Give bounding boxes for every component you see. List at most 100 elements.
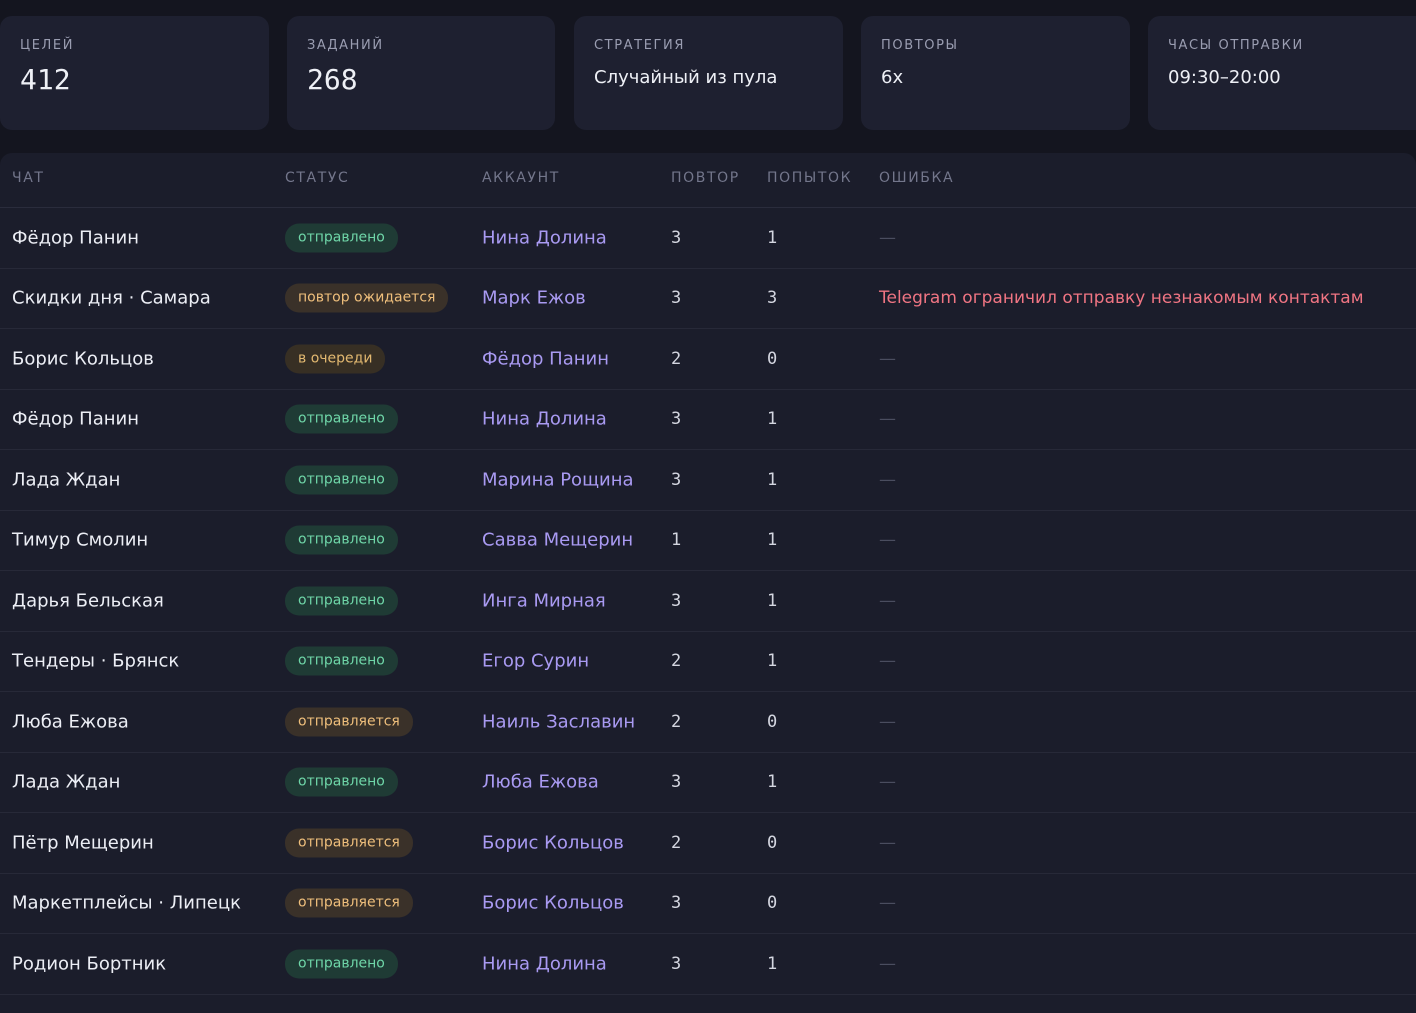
status-cell: отправлено bbox=[285, 465, 398, 495]
stat-card-tasks: ЗАДАНИЙ 268 bbox=[287, 16, 555, 130]
error-text: — bbox=[879, 227, 896, 248]
attempts-count: 1 bbox=[767, 409, 778, 430]
chat-name[interactable]: Тимур Смолин bbox=[12, 530, 148, 551]
account-link[interactable]: Фёдор Панин bbox=[482, 348, 609, 369]
table-row[interactable]: Родион Бортник отправлено Нина Долина 3 1 — bbox=[0, 934, 1416, 995]
error-text: — bbox=[879, 651, 896, 672]
status-badge: в очереди bbox=[285, 344, 386, 374]
account-link[interactable]: Инга Мирная bbox=[482, 590, 606, 611]
account-link[interactable]: Нина Долина bbox=[482, 953, 607, 974]
status-cell: отправляется bbox=[285, 707, 413, 737]
chat-name[interactable]: Люба Ежова bbox=[12, 711, 129, 732]
status-cell: отправлено bbox=[285, 404, 398, 434]
tasks-table: ЧАТ СТАТУС АККАУНТ ПОВТОР ПОПЫТОК ОШИБКА… bbox=[0, 153, 1416, 1013]
status-badge: отправляется bbox=[285, 828, 413, 858]
column-header-chat[interactable]: ЧАТ bbox=[12, 170, 45, 186]
chat-name[interactable]: Родион Бортник bbox=[12, 953, 166, 974]
stat-label: ПОВТОРЫ bbox=[881, 38, 959, 53]
stat-card-strategy: СТРАТЕГИЯ Случайный из пула bbox=[574, 16, 843, 130]
chat-name[interactable]: Фёдор Панин bbox=[12, 409, 139, 430]
account-link[interactable]: Люба Ежова bbox=[482, 772, 599, 793]
status-badge: отправлено bbox=[285, 465, 398, 495]
column-header-error[interactable]: ОШИБКА bbox=[879, 170, 954, 186]
repeat-count: 3 bbox=[671, 288, 682, 309]
error-text: — bbox=[879, 409, 896, 430]
column-header-attempts[interactable]: ПОПЫТОК bbox=[767, 170, 852, 186]
stat-card-send-hours: ЧАСЫ ОТПРАВКИ 09:30–20:00 bbox=[1148, 16, 1416, 130]
chat-name[interactable]: Лада Ждан bbox=[12, 469, 120, 490]
stat-label: ЧАСЫ ОТПРАВКИ bbox=[1168, 38, 1304, 53]
account-link[interactable]: Нина Долина bbox=[482, 409, 607, 430]
error-text: — bbox=[879, 348, 896, 369]
repeat-count: 3 bbox=[671, 469, 682, 490]
repeat-count: 3 bbox=[671, 409, 682, 430]
repeat-count: 3 bbox=[671, 227, 682, 248]
chat-name[interactable]: Пётр Мещерин bbox=[12, 832, 154, 853]
table-row[interactable]: Люба Ежова отправляется Наиль Заславин 2 0 — bbox=[0, 692, 1416, 753]
status-cell: отправлено bbox=[285, 949, 398, 979]
status-cell: отправлено bbox=[285, 767, 398, 797]
stat-card-repeats: ПОВТОРЫ 6x bbox=[861, 16, 1130, 130]
chat-name[interactable]: Лада Ждан bbox=[12, 772, 120, 793]
attempts-count: 3 bbox=[767, 288, 778, 309]
chat-name[interactable]: Скидки дня · Самара bbox=[12, 288, 211, 309]
account-link[interactable]: Нина Долина bbox=[482, 227, 607, 248]
stat-label: СТРАТЕГИЯ bbox=[594, 38, 685, 53]
chat-name[interactable]: Тендеры · Брянск bbox=[12, 651, 179, 672]
status-badge: отправлено bbox=[285, 586, 398, 616]
attempts-count: 0 bbox=[767, 832, 778, 853]
stat-value: 6x bbox=[881, 67, 904, 88]
account-link[interactable]: Марк Ежов bbox=[482, 288, 586, 309]
repeat-count: 2 bbox=[671, 832, 682, 853]
error-text: — bbox=[879, 590, 896, 611]
column-header-status[interactable]: СТАТУС bbox=[285, 170, 349, 186]
account-link[interactable]: Борис Кольцов bbox=[482, 893, 624, 914]
attempts-count: 0 bbox=[767, 893, 778, 914]
account-link[interactable]: Наиль Заславин bbox=[482, 711, 635, 732]
chat-name[interactable]: Фёдор Панин bbox=[12, 227, 139, 248]
table-row[interactable]: Лада Ждан отправлено Марина Рощина 3 1 — bbox=[0, 450, 1416, 511]
stat-value: 412 bbox=[20, 63, 71, 96]
repeat-count: 3 bbox=[671, 893, 682, 914]
table-row[interactable]: Фёдор Панин отправлено Нина Долина 3 1 — bbox=[0, 208, 1416, 269]
account-link[interactable]: Марина Рощина bbox=[482, 469, 634, 490]
error-text: — bbox=[879, 711, 896, 732]
column-header-repeat[interactable]: ПОВТОР bbox=[671, 170, 740, 186]
account-link[interactable]: Егор Сурин bbox=[482, 651, 589, 672]
table-row[interactable]: Тимур Смолин отправлено Савва Мещерин 1 1 — bbox=[0, 511, 1416, 571]
table-body: Фёдор Панин отправлено Нина Долина 3 1 — Скидк… bbox=[0, 208, 1416, 995]
chat-name[interactable]: Дарья Бельская bbox=[12, 590, 164, 611]
account-link[interactable]: Савва Мещерин bbox=[482, 530, 633, 551]
stat-label: ЗАДАНИЙ bbox=[307, 38, 384, 53]
chat-name[interactable]: Маркетплейсы · Липецк bbox=[12, 893, 241, 914]
column-header-account[interactable]: АККАУНТ bbox=[482, 170, 560, 186]
table-row[interactable]: Дарья Бельская отправлено Инга Мирная 3 1 — bbox=[0, 571, 1416, 632]
table-row[interactable]: Тендеры · Брянск отправлено Егор Сурин 2 1 — bbox=[0, 632, 1416, 692]
error-text: — bbox=[879, 893, 896, 914]
stat-value: 268 bbox=[307, 63, 358, 96]
repeat-count: 3 bbox=[671, 953, 682, 974]
account-link[interactable]: Борис Кольцов bbox=[482, 832, 624, 853]
status-cell: отправлено bbox=[285, 646, 398, 676]
table-row[interactable]: Скидки дня · Самара повтор ожидается Марк … bbox=[0, 269, 1416, 329]
status-badge: отправляется bbox=[285, 888, 413, 918]
error-text: — bbox=[879, 530, 896, 551]
table-header: ЧАТ СТАТУС АККАУНТ ПОВТОР ПОПЫТОК ОШИБКА bbox=[0, 153, 1416, 208]
status-badge: отправлено bbox=[285, 223, 398, 253]
status-badge: отправлено bbox=[285, 767, 398, 797]
status-cell: отправлено bbox=[285, 525, 398, 555]
table-row[interactable]: Лада Ждан отправлено Люба Ежова 3 1 — bbox=[0, 753, 1416, 813]
attempts-count: 0 bbox=[767, 348, 778, 369]
status-cell: отправляется bbox=[285, 888, 413, 918]
stats-bar: ЦЕЛЕЙ 412 ЗАДАНИЙ 268 СТРАТЕГИЯ Случайны… bbox=[0, 16, 1416, 130]
status-badge: отправлено bbox=[285, 525, 398, 555]
attempts-count: 1 bbox=[767, 530, 778, 551]
table-row[interactable]: Борис Кольцов в очереди Фёдор Панин 2 0 — bbox=[0, 329, 1416, 390]
error-text: — bbox=[879, 953, 896, 974]
table-row[interactable]: Маркетплейсы · Липецк отправляется Борис К… bbox=[0, 874, 1416, 934]
status-badge: отправлено bbox=[285, 949, 398, 979]
chat-name[interactable]: Борис Кольцов bbox=[12, 348, 154, 369]
table-row[interactable]: Пётр Мещерин отправляется Борис Кольцов 2 0 — bbox=[0, 813, 1416, 874]
table-row[interactable]: Фёдор Панин отправлено Нина Долина 3 1 — bbox=[0, 390, 1416, 450]
attempts-count: 1 bbox=[767, 772, 778, 793]
